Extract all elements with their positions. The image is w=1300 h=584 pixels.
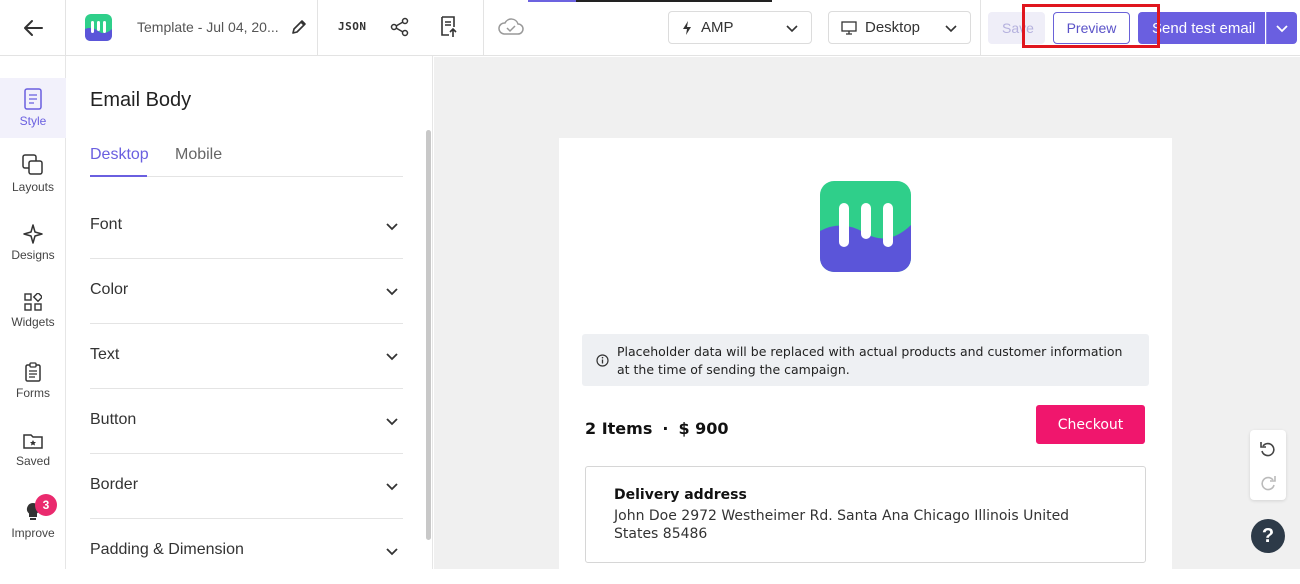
cloud-check-icon: [498, 18, 524, 35]
back-button[interactable]: [0, 0, 66, 56]
accordion-button[interactable]: Button: [90, 389, 403, 454]
chevron-down-icon: [786, 25, 798, 33]
rail-item-label: Widgets: [11, 315, 55, 329]
saved-folder-icon: [23, 434, 43, 449]
export-icon[interactable]: [437, 15, 459, 39]
style-icon: [24, 88, 42, 110]
send-test-email-button[interactable]: Send test email: [1138, 12, 1265, 44]
rail-item-forms[interactable]: Forms: [0, 362, 66, 400]
panel-title: Email Body: [90, 89, 192, 111]
divider: [483, 0, 484, 56]
lightning-icon: [683, 20, 691, 35]
chevron-down-icon: [386, 223, 398, 231]
chevron-down-icon: [1276, 25, 1288, 33]
active-tab-indicator: [90, 175, 147, 177]
info-icon: [596, 354, 609, 367]
accordion-label: Font: [90, 216, 123, 233]
pencil-icon[interactable]: [289, 17, 309, 37]
accordion-label: Text: [90, 346, 120, 363]
cart-summary: 2 Items · $ 900: [585, 419, 729, 438]
tab-desktop[interactable]: Desktop: [90, 146, 149, 164]
top-progress-accent: [528, 0, 772, 2]
rail-item-label: Improve: [11, 526, 55, 540]
rail-item-label: Forms: [16, 386, 50, 400]
chevron-down-icon: [386, 548, 398, 556]
chevron-down-icon: [386, 418, 398, 426]
address-title: Delivery address: [614, 487, 747, 503]
rail-item-improve[interactable]: 3 Improve: [0, 494, 66, 540]
rail-item-layouts[interactable]: Layouts: [0, 154, 66, 194]
accordion-label: Border: [90, 476, 139, 493]
chevron-down-icon: [386, 288, 398, 296]
accordion-font[interactable]: Font: [90, 194, 403, 259]
rail-item-style[interactable]: Style: [0, 78, 66, 138]
delivery-address-card: Delivery address John Doe 2972 Westheime…: [585, 466, 1146, 563]
rail-item-label: Style: [19, 114, 47, 128]
device-select[interactable]: Desktop: [828, 11, 971, 44]
amp-select[interactable]: AMP: [668, 11, 812, 44]
accordion-color[interactable]: Color: [90, 259, 403, 324]
chevron-down-icon: [945, 25, 957, 33]
widgets-icon: [24, 293, 42, 311]
send-options-dropdown[interactable]: [1266, 12, 1297, 44]
chevron-down-icon: [386, 483, 398, 491]
rail-item-label: Saved: [15, 454, 51, 468]
top-bar: Template - Jul 04, 20... JSON AMP Deskto…: [0, 0, 1300, 56]
sparkle-icon: [23, 224, 43, 244]
notification-badge: 3: [35, 494, 57, 516]
clipboard-icon: [25, 362, 41, 382]
monitor-icon: [841, 20, 857, 35]
accordion-label: Color: [90, 281, 129, 298]
notice-text: Placeholder data will be replaced with a…: [617, 344, 1123, 377]
tab-mobile[interactable]: Mobile: [175, 146, 222, 164]
help-button[interactable]: ?: [1251, 519, 1285, 553]
rail-item-saved[interactable]: Saved: [0, 432, 66, 468]
json-button[interactable]: JSON: [338, 20, 367, 33]
preview-button[interactable]: Preview: [1053, 12, 1130, 44]
placeholder-notice: Placeholder data will be replaced with a…: [582, 334, 1149, 386]
rail-item-widgets[interactable]: Widgets: [0, 293, 66, 329]
rail-item-label: Designs: [11, 248, 55, 262]
accordion-text[interactable]: Text: [90, 324, 403, 389]
cart-total: $ 900: [678, 419, 729, 438]
amp-select-value: AMP: [701, 19, 734, 36]
save-button[interactable]: Save: [988, 12, 1045, 44]
separator-dot: ·: [662, 419, 669, 438]
left-rail: Style Layouts Designs Widgets Forms Save…: [0, 56, 66, 569]
items-count: 2 Items: [585, 419, 653, 438]
email-preview: Placeholder data will be replaced with a…: [559, 138, 1172, 569]
device-select-value: Desktop: [865, 19, 921, 36]
accordion-label: Padding & Dimension: [90, 541, 244, 558]
undo-icon[interactable]: [1258, 438, 1278, 458]
brand-logo: [820, 181, 911, 272]
email-canvas: Placeholder data will be replaced with a…: [434, 57, 1300, 569]
address-text: John Doe 2972 Westheimer Rd. Santa Ana C…: [614, 508, 1070, 542]
accordion-label: Button: [90, 411, 137, 428]
rail-item-label: Layouts: [11, 180, 55, 194]
divider: [317, 0, 318, 56]
rail-item-designs[interactable]: Designs: [0, 224, 66, 262]
template-name[interactable]: Template - Jul 04, 20...: [137, 19, 279, 35]
settings-panel: Email Body Desktop Mobile Font Color Tex…: [66, 56, 433, 569]
share-icon[interactable]: [389, 16, 411, 38]
checkout-button[interactable]: Checkout: [1036, 405, 1145, 444]
accordion-padding-dimension[interactable]: Padding & Dimension: [90, 519, 403, 584]
divider: [980, 0, 981, 56]
accordion-border[interactable]: Border: [90, 454, 403, 519]
app-logo: [85, 14, 112, 41]
redo-icon[interactable]: [1258, 472, 1278, 492]
panel-scrollbar[interactable]: [426, 130, 431, 540]
arrow-left-icon: [23, 20, 43, 36]
layouts-icon: [22, 154, 43, 175]
history-controls: [1250, 430, 1286, 500]
chevron-down-icon: [386, 353, 398, 361]
